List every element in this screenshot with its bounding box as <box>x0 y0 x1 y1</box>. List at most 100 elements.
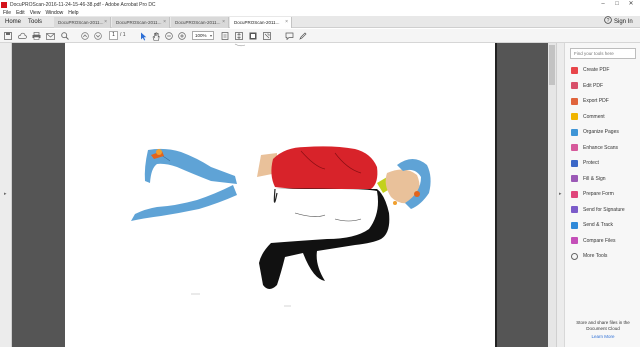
document-tab-2[interactable]: DocuPROScan-2011... × <box>112 17 170 28</box>
page-shadow-edge <box>495 43 497 347</box>
close-tab-icon[interactable]: × <box>222 17 225 28</box>
previous-page-icon[interactable] <box>80 31 90 41</box>
tool-label: Send & Track <box>583 222 614 228</box>
email-icon[interactable] <box>45 31 55 41</box>
compare-files-icon <box>571 237 578 244</box>
tool-label: Enhance Scans <box>583 144 619 151</box>
acrobat-app-icon <box>1 1 7 8</box>
tool-label: Send for Signature <box>583 206 625 213</box>
search-icon[interactable] <box>60 31 70 41</box>
tool-create-pdf[interactable]: Create PDF <box>571 65 609 75</box>
expand-left-pane-icon[interactable]: ▸ <box>4 191 7 197</box>
tool-label: Edit PDF <box>583 82 604 89</box>
window-title: DocuPROScan-2016-11-24-15-46-38.pdf - Ad… <box>10 1 156 8</box>
highlight-pen-icon[interactable] <box>298 31 308 41</box>
maximize-button[interactable]: □ <box>610 0 624 9</box>
document-tab-label: DocuPROScan-2011... <box>234 20 280 25</box>
learn-more-link[interactable]: Learn More <box>569 334 637 339</box>
tool-label: Organize Pages <box>583 129 619 135</box>
tool-label: Prepare Form <box>583 191 614 197</box>
tool-edit-pdf[interactable]: Edit PDF <box>571 81 603 91</box>
close-window-button[interactable]: ✕ <box>624 0 638 9</box>
document-viewer[interactable] <box>12 43 557 347</box>
read-mode-icon[interactable] <box>262 31 272 41</box>
document-tab-1[interactable]: DocuPROScan-2011... × <box>54 17 111 28</box>
close-tab-icon[interactable]: × <box>163 17 166 28</box>
tool-comment[interactable]: Comment <box>571 112 605 122</box>
comment-icon[interactable] <box>284 31 294 41</box>
tool-more-tools[interactable]: More Tools <box>571 251 607 261</box>
tool-label: Protect <box>583 160 599 166</box>
document-tab-3[interactable]: DocuPROScan-2011... × <box>171 17 229 28</box>
tab-bar: Home Tools DocuPROScan-2011... × DocuPRO… <box>0 16 640 28</box>
hand-tool-icon[interactable] <box>151 31 161 41</box>
save-icon[interactable] <box>3 31 13 41</box>
enhance-scans-icon <box>571 144 578 151</box>
tool-enhance-scans[interactable]: Enhance Scans <box>571 143 618 153</box>
zoom-level-value: 100% <box>195 33 207 38</box>
tool-prepare-form[interactable]: Prepare Form <box>571 189 614 199</box>
right-pane-toggle[interactable]: ▸ <box>556 43 564 347</box>
print-icon[interactable] <box>31 31 41 41</box>
menu-window[interactable]: Window <box>45 10 63 16</box>
menu-bar: File Edit View Window Help <box>0 9 640 16</box>
export-pdf-icon <box>571 97 578 105</box>
pdf-page <box>65 43 497 347</box>
select-cursor-icon[interactable] <box>138 31 148 41</box>
create-pdf-icon <box>571 66 578 74</box>
sign-in-link[interactable]: Sign In <box>614 16 633 28</box>
menu-file[interactable]: File <box>3 10 11 16</box>
fit-page-icon[interactable] <box>220 31 230 41</box>
scrollbar-thumb[interactable] <box>549 45 555 85</box>
scroll-mode-icon[interactable] <box>234 31 244 41</box>
zoom-out-icon[interactable] <box>164 31 174 41</box>
tool-label: Fill & Sign <box>583 175 606 182</box>
left-navigation-pane[interactable]: ▸ <box>0 43 12 347</box>
help-glyph: ? <box>607 18 610 24</box>
minimize-button[interactable]: – <box>596 0 610 9</box>
menu-edit[interactable]: Edit <box>16 10 25 16</box>
upload-cloud-icon[interactable] <box>17 31 27 41</box>
chevron-down-icon: ▾ <box>209 33 212 38</box>
tool-export-pdf[interactable]: Export PDF <box>571 96 609 106</box>
find-tools-search-input[interactable] <box>570 48 636 59</box>
zoom-in-icon[interactable] <box>177 31 187 41</box>
tab-tools[interactable]: Tools <box>28 16 42 28</box>
tool-protect[interactable]: Protect <box>571 158 599 168</box>
collapse-right-pane-icon[interactable]: ▸ <box>559 191 562 197</box>
prepare-form-icon <box>571 190 578 198</box>
fashion-sketch-image <box>131 43 431 307</box>
document-tab-active[interactable]: DocuPROScan-2011... × <box>230 17 292 28</box>
protect-icon <box>571 159 578 167</box>
tool-label: Compare Files <box>583 237 616 244</box>
acrobat-window: DocuPROScan-2016-11-24-15-46-38.pdf - Ad… <box>0 0 640 347</box>
tool-organize-pages[interactable]: Organize Pages <box>571 127 619 137</box>
fill-sign-icon <box>571 175 578 182</box>
tab-home[interactable]: Home <box>5 16 21 28</box>
tool-compare-files[interactable]: Compare Files <box>571 236 616 246</box>
help-icon[interactable]: ? <box>603 16 613 28</box>
page-count: / 1 <box>120 32 126 38</box>
organize-pages-icon <box>571 128 578 136</box>
close-tab-icon[interactable]: × <box>104 17 107 28</box>
menu-help[interactable]: Help <box>68 10 78 16</box>
vertical-scrollbar[interactable] <box>548 43 556 347</box>
document-tab-label: DocuPROScan-2011... <box>116 20 162 25</box>
tool-label: Comment <box>583 113 605 120</box>
tool-send-for-signature[interactable]: Send for Signature <box>571 205 625 215</box>
next-page-icon[interactable] <box>93 31 103 41</box>
menu-view[interactable]: View <box>30 10 41 16</box>
tool-send-track[interactable]: Send & Track <box>571 220 613 230</box>
full-screen-icon[interactable] <box>248 31 258 41</box>
send-for-signature-icon <box>571 206 578 213</box>
tool-label: More Tools <box>583 253 608 259</box>
document-tab-label: DocuPROScan-2011... <box>58 20 104 25</box>
close-tab-icon[interactable]: × <box>285 17 288 28</box>
toolbar: 1 / 1 100% ▾ <box>0 29 640 43</box>
page-number-input[interactable]: 1 <box>109 31 118 40</box>
zoom-level-select[interactable]: 100% ▾ <box>192 31 214 40</box>
tool-fill-sign[interactable]: Fill & Sign <box>571 174 606 184</box>
more-tools-icon <box>571 252 578 260</box>
title-bar: DocuPROScan-2016-11-24-15-46-38.pdf - Ad… <box>0 0 640 9</box>
edit-pdf-icon <box>571 82 578 89</box>
